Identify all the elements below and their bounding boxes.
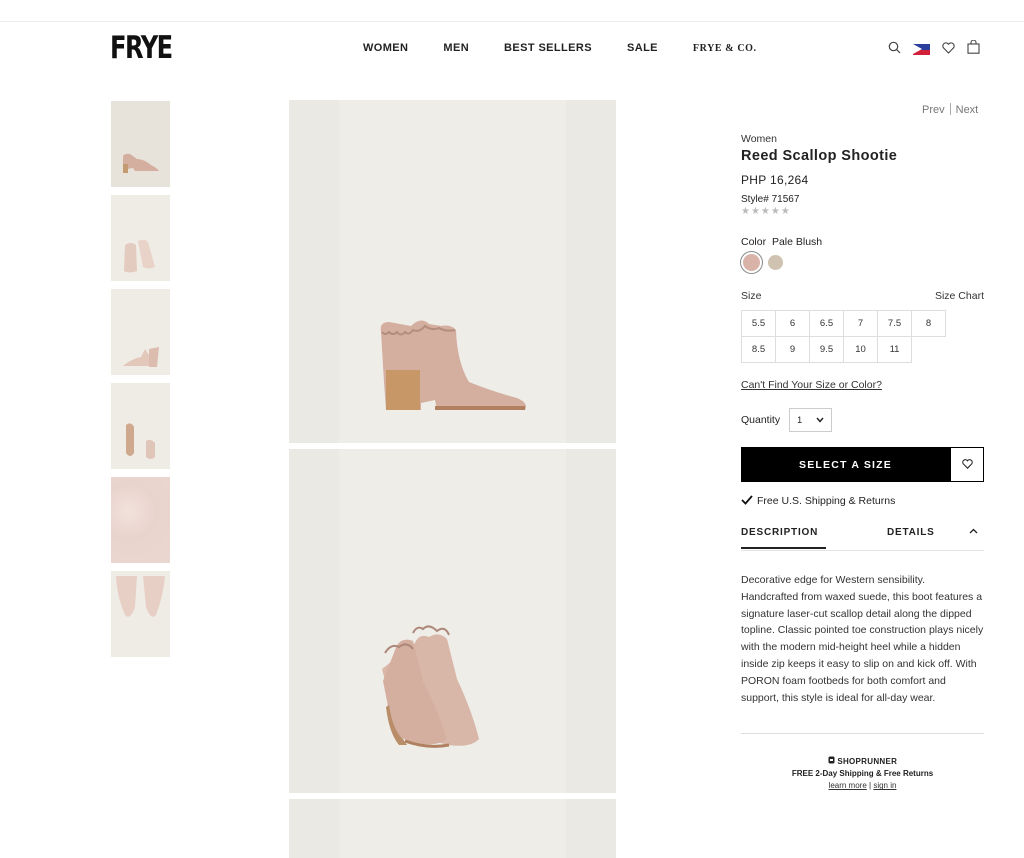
shoprunner-brand-text: SHOPRUNNER bbox=[837, 757, 898, 767]
search-icon[interactable] bbox=[888, 41, 901, 59]
shoprunner-block: SHOPRUNNER FREE 2-Day Shipping & Free Re… bbox=[741, 756, 984, 792]
main-image-third[interactable] bbox=[289, 799, 616, 858]
quantity-select[interactable]: 1 bbox=[789, 408, 833, 432]
size-header: Size Size Chart bbox=[741, 290, 984, 302]
next-link[interactable]: Next bbox=[956, 104, 979, 116]
size-option[interactable]: 11 bbox=[877, 336, 912, 363]
nav-sale[interactable]: SALE bbox=[627, 42, 658, 54]
top-divider bbox=[0, 21, 1024, 22]
tab-description[interactable]: DESCRIPTION bbox=[741, 527, 826, 549]
cant-find-size-link[interactable]: Can't Find Your Size or Color? bbox=[741, 379, 984, 391]
product-description: Decorative edge for Western sensibility.… bbox=[741, 574, 984, 704]
rating-stars[interactable]: ★★★★★ bbox=[741, 206, 984, 217]
size-grid: 5.5 6 6.5 7 7.5 8 8.5 9 9.5 10 11 bbox=[741, 310, 946, 363]
heart-icon bbox=[961, 456, 973, 474]
main-image-front-pair[interactable] bbox=[289, 449, 616, 793]
size-option[interactable]: 10 bbox=[843, 336, 878, 363]
size-chart-link[interactable]: Size Chart bbox=[935, 290, 984, 302]
thumbnail-list bbox=[111, 101, 170, 665]
thumbnail-front-pair[interactable] bbox=[111, 195, 170, 281]
checkmark-icon bbox=[741, 494, 753, 508]
shoprunner-learn-more-link[interactable]: learn more bbox=[829, 781, 867, 790]
size-option[interactable]: 8 bbox=[911, 310, 946, 337]
product-pager: Prev Next bbox=[922, 103, 978, 116]
thumbnail-top-view[interactable] bbox=[111, 571, 170, 657]
size-option[interactable]: 6 bbox=[775, 310, 810, 337]
section-divider bbox=[741, 733, 984, 735]
shipping-note: Free U.S. Shipping & Returns bbox=[741, 494, 984, 508]
shoprunner-brand: SHOPRUNNER bbox=[741, 756, 984, 768]
product-name: Reed Scallop Shootie bbox=[741, 148, 898, 164]
product-style-number: Style# 71567 bbox=[741, 194, 800, 205]
size-label: Size bbox=[741, 290, 762, 302]
swatch-alternate[interactable] bbox=[768, 255, 783, 270]
add-to-wishlist-button[interactable] bbox=[950, 447, 984, 482]
product-price: PHP 16,264 bbox=[741, 173, 809, 187]
shipping-text: Free U.S. Shipping & Returns bbox=[757, 495, 896, 507]
color-row: Color Pale Blush bbox=[741, 236, 984, 248]
nav-men[interactable]: MEN bbox=[443, 42, 469, 54]
tab-details[interactable]: DETAILS bbox=[887, 527, 935, 538]
nav-women[interactable]: WOMEN bbox=[363, 42, 408, 54]
size-option[interactable]: 5.5 bbox=[741, 310, 776, 337]
swatch-pale-blush[interactable] bbox=[743, 254, 760, 271]
frye-logo[interactable]: FRYE bbox=[110, 30, 173, 66]
size-option[interactable]: 6.5 bbox=[809, 310, 844, 337]
thumbnail-back-view[interactable] bbox=[111, 289, 170, 375]
size-option[interactable]: 7.5 bbox=[877, 310, 912, 337]
size-option[interactable]: 9.5 bbox=[809, 336, 844, 363]
info-tabs: DESCRIPTION DETAILS bbox=[741, 527, 984, 551]
breadcrumb[interactable]: Women bbox=[741, 133, 984, 145]
product-info: Women Reed Scallop Shootie PHP 16,264 St… bbox=[741, 133, 984, 792]
bag-icon[interactable] bbox=[967, 39, 980, 59]
nav-frye-and-co[interactable]: FRYE & CO. bbox=[693, 43, 757, 54]
prev-link[interactable]: Prev bbox=[922, 104, 945, 116]
chevron-down-icon bbox=[816, 415, 824, 425]
quantity-label: Quantity bbox=[741, 414, 781, 426]
heart-icon[interactable] bbox=[942, 41, 955, 59]
color-swatches bbox=[741, 254, 984, 271]
shoprunner-links: learn more | sign in bbox=[828, 781, 897, 791]
size-option[interactable]: 7 bbox=[843, 310, 878, 337]
pager-separator bbox=[949, 103, 951, 115]
main-image-side-view[interactable] bbox=[289, 100, 616, 443]
shoprunner-tagline: FREE 2-Day Shipping & Free Returns bbox=[791, 769, 934, 779]
select-size-button[interactable]: SELECT A SIZE bbox=[741, 447, 950, 482]
thumbnail-side-view[interactable] bbox=[111, 101, 170, 187]
shoprunner-sign-in-link[interactable]: sign in bbox=[873, 781, 896, 790]
cta-row: SELECT A SIZE bbox=[741, 447, 984, 482]
nav-best-sellers[interactable]: BEST SELLERS bbox=[504, 42, 592, 54]
main-nav: WOMEN MEN BEST SELLERS SALE FRYE & CO. bbox=[363, 42, 757, 54]
thumbnail-suede-texture[interactable] bbox=[111, 477, 170, 563]
quantity-value: 1 bbox=[797, 415, 803, 425]
color-value: Pale Blush bbox=[771, 236, 823, 248]
shoprunner-logo-icon bbox=[828, 756, 838, 766]
size-option[interactable]: 9 bbox=[775, 336, 810, 363]
philippines-flag-icon[interactable] bbox=[913, 44, 930, 55]
quantity-row: Quantity 1 bbox=[741, 408, 984, 432]
header-icons bbox=[888, 39, 992, 59]
size-option[interactable]: 8.5 bbox=[741, 336, 776, 363]
thumbnail-sole-view[interactable] bbox=[111, 383, 170, 469]
color-label: Color bbox=[741, 236, 767, 248]
chevron-up-icon[interactable] bbox=[969, 525, 978, 537]
